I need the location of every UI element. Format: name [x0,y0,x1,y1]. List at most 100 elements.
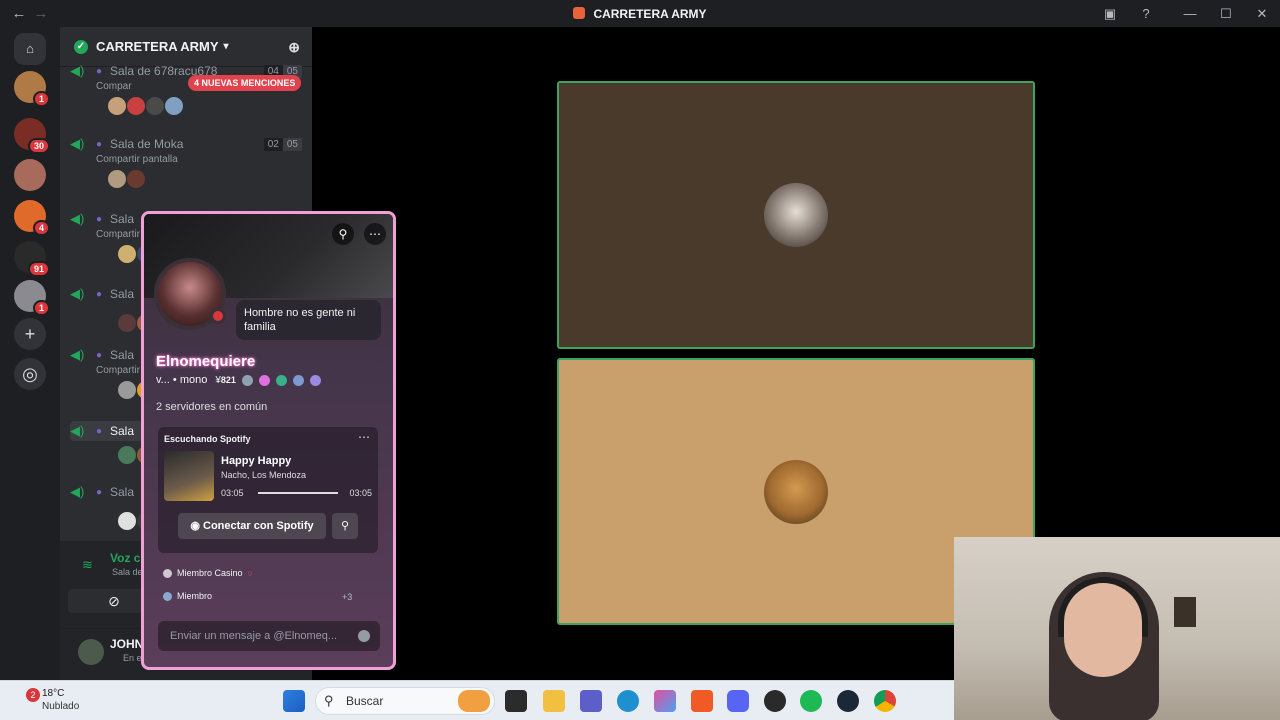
more-options-icon[interactable]: ⋯ [358,430,370,444]
chevron-down-icon: ▾ [223,41,229,52]
avatar [764,460,828,524]
forward-arrow-icon[interactable]: → [30,5,52,22]
speaker-icon: ◀) [70,136,85,151]
channel-subtitle: Compartir pantalla [96,154,178,165]
copilot-icon[interactable] [654,690,676,712]
invite-people-icon[interactable]: ⊕ [288,39,300,56]
group-icon: ● [96,138,103,150]
server-icon-1[interactable]: 1 [14,71,50,107]
explore-servers-icon[interactable]: ◎ [14,358,46,390]
channel-name: Sala [110,287,135,301]
server-icon [573,6,586,19]
fox-widget-icon[interactable] [458,690,490,712]
group-icon: ● [96,213,103,225]
file-explorer-icon[interactable] [543,690,565,712]
add-server-icon[interactable]: + [14,318,46,350]
spotify-icon[interactable] [800,690,822,712]
help-icon[interactable]: ? [1128,6,1164,21]
speaker-icon: ◀) [70,423,85,438]
spotify-icon: ◉ [190,520,204,532]
speaker-icon: ◀) [70,211,85,226]
more-roles[interactable]: +3 [342,592,352,602]
speaker-icon: ◀) [70,286,85,301]
channel-name: Sala [110,485,135,499]
brave-icon[interactable] [691,690,713,712]
new-mentions-pill[interactable]: 4 NUEVAS MENCIONES [188,75,302,91]
mutual-servers[interactable]: 2 servidores en común [156,401,267,413]
server-icon-4[interactable]: 4 [14,200,50,236]
voice-channel[interactable]: ◀) ● Sala de Moka 02 05 Compartir pantalla [70,134,302,188]
role-label: Miembro [177,591,213,601]
window-title-text: CARRETERA ARMY [593,6,707,21]
chrome-icon[interactable] [874,690,896,712]
task-view-icon[interactable] [505,690,527,712]
search-label: Buscar [346,694,384,708]
spotify-activity-card: Escuchando Spotify ⋯ Happy Happy Nacho, … [158,427,378,553]
more-options-icon[interactable]: ⋯ [364,223,386,245]
profile-tags: v... • mono ¥ 821 [156,374,321,386]
album-art[interactable] [164,451,214,501]
steam-icon[interactable] [837,690,859,712]
avatar[interactable] [154,258,226,330]
channel-name: Sala [110,348,135,362]
role-label: Miembro Casino [177,568,243,578]
avatar [764,183,828,247]
add-friend-icon[interactable]: ⚲ [332,223,354,245]
group-icon: ● [96,288,103,300]
mention-badge: 30 [27,138,50,154]
dnd-status-icon [210,308,226,324]
group-icon: ● [96,65,103,77]
channel-name: Sala [110,424,135,438]
badge-icon[interactable] [275,374,287,386]
song-artist: Nacho, Los Mendoza [221,470,307,480]
back-arrow-icon[interactable]: ← [8,5,30,22]
mention-badge: 4 [32,220,50,236]
badge-icon[interactable] [258,374,270,386]
custom-status-bubble: Hombre no es gente ni familia [236,300,381,340]
badge-icon[interactable] [309,374,321,386]
message-input[interactable]: Enviar un mensaje a @Elnomeq... [158,621,380,651]
avatar[interactable] [78,639,104,665]
connect-spotify-label: Conectar con Spotify [203,520,314,532]
wall-frame [1174,597,1196,627]
server-icon-3[interactable] [14,159,46,191]
server-rail: ⌂ 1 30 4 91 1 + ◎ [0,27,60,680]
total-time: 03:05 [349,488,372,498]
username-tagline: v... • mono [156,374,208,386]
message-placeholder: Enviar un mensaje a @Elnomeq... [170,630,338,642]
song-title[interactable]: Happy Happy [221,455,291,467]
webcam-overlay [954,537,1280,720]
badge-icon[interactable] [241,374,253,386]
inbox-icon[interactable]: ▣ [1092,6,1128,22]
server-icon-2[interactable]: 30 [14,118,50,154]
weather-condition: Nublado [42,701,80,712]
video-tile-1[interactable] [557,81,1035,349]
speaker-icon: ◀) [70,63,85,78]
guild-tag: 821 [220,375,236,385]
mention-badge: 1 [32,91,50,107]
server-icon-5[interactable]: 91 [14,241,50,277]
user-profile-popout: ⚲ ⋯ Hombre no es gente ni familia Elnome… [141,211,396,670]
minimize-button[interactable]: — [1172,6,1208,21]
emoji-icon[interactable] [358,630,370,642]
badge-icon[interactable] [292,374,304,386]
window-title: CARRETERA ARMY [0,6,1280,21]
signal-icon: ≋ [82,557,93,572]
role-icon: ○ [247,568,253,578]
display-name[interactable]: Elnomequiere [156,353,255,370]
server-icon-6[interactable]: 1 [14,280,50,316]
windows-start-icon[interactable] [283,690,305,712]
speaker-icon: ◀) [70,347,85,362]
obs-icon[interactable] [764,690,786,712]
maximize-button[interactable]: ☐ [1208,6,1244,22]
role-color-dot [163,568,172,578]
close-button[interactable]: ✕ [1244,6,1280,22]
user-limit: 02 05 [263,137,302,151]
edge-icon[interactable] [617,690,639,712]
spotify-header: Escuchando Spotify [164,434,251,444]
connect-spotify-button[interactable]: ◉ Conectar con Spotify [178,513,326,539]
discord-home-icon[interactable]: ⌂ [14,33,46,65]
discord-icon[interactable] [727,690,749,712]
invite-listen-button[interactable]: ⚲ [332,513,358,539]
teams-icon[interactable] [580,690,602,712]
